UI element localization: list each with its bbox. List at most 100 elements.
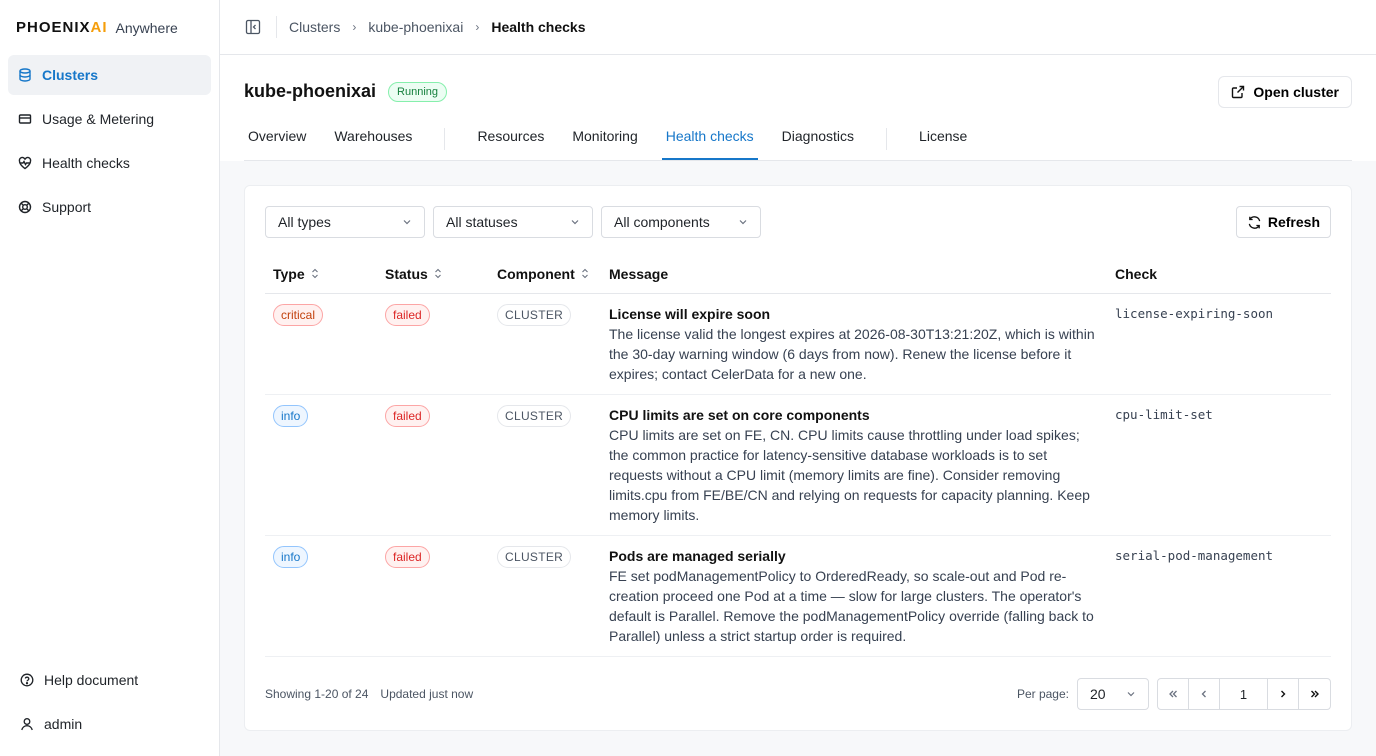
type-cell: info — [265, 546, 377, 646]
user-menu[interactable]: admin — [8, 702, 211, 746]
chevrons-left-icon — [1169, 690, 1177, 698]
check-cell: serial-pod-management — [1107, 546, 1331, 646]
sidebar-collapse-icon[interactable] — [244, 18, 262, 36]
message-cell: CPU limits are set on core components CP… — [601, 405, 1107, 525]
cluster-title: kube-phoenixai Running — [244, 81, 448, 102]
tab-resources[interactable]: Resources — [473, 128, 548, 160]
open-cluster-label: Open cluster — [1253, 84, 1339, 100]
type-filter-select[interactable]: All types — [265, 206, 425, 238]
type-cell: critical — [265, 304, 377, 384]
chevron-down-icon — [402, 217, 412, 227]
tab-license[interactable]: License — [915, 128, 971, 160]
topbar: Clusters › kube-phoenixai › Health check… — [220, 0, 1376, 55]
column-label: Message — [609, 265, 669, 282]
prev-page-button[interactable] — [1189, 679, 1220, 709]
component-cell: CLUSTER — [489, 405, 601, 525]
pagination: Per page: 20 1 — [1017, 678, 1331, 710]
table-header: Type Status Component Message Check — [265, 254, 1331, 294]
per-page-value: 20 — [1090, 686, 1106, 702]
column-label: Type — [273, 265, 305, 282]
message-cell: License will expire soon The license val… — [601, 304, 1107, 384]
refresh-button[interactable]: Refresh — [1235, 206, 1331, 238]
status-badge: failed — [385, 405, 430, 427]
chevron-right-icon: › — [352, 20, 357, 34]
help-document-link[interactable]: Help document — [8, 658, 211, 702]
check-id: license-expiring-soon — [1115, 306, 1274, 321]
breadcrumb-clusters[interactable]: Clusters — [289, 19, 340, 35]
tab-overview[interactable]: Overview — [244, 128, 310, 160]
check-cell: license-expiring-soon — [1107, 304, 1331, 384]
check-cell: cpu-limit-set — [1107, 405, 1331, 525]
component-cell: CLUSTER — [489, 546, 601, 646]
status-badge: Running — [388, 81, 448, 102]
per-page-label: Per page: — [1016, 687, 1069, 701]
chevron-right-icon: › — [475, 20, 480, 34]
component-filter-select[interactable]: All components — [601, 206, 761, 238]
type-badge: critical — [273, 304, 324, 326]
column-header-component[interactable]: Component — [489, 266, 601, 282]
sidebar-item-label: Clusters — [42, 67, 99, 83]
tab-monitoring[interactable]: Monitoring — [568, 128, 641, 160]
column-header-type[interactable]: Type — [265, 266, 377, 282]
sidebar-item-health-checks[interactable]: Health checks — [8, 143, 211, 183]
column-header-status[interactable]: Status — [377, 266, 489, 282]
refresh-icon — [1247, 215, 1262, 230]
sort-icon — [311, 268, 319, 279]
column-header-message: Message — [601, 266, 1107, 282]
sidebar: PHOENIXAI Anywhere Clusters Usage & Mete… — [0, 0, 220, 756]
component-badge: CLUSTER — [497, 304, 572, 326]
next-page-button[interactable] — [1268, 679, 1299, 709]
health-checks-table: Type Status Component Message Check crit… — [265, 254, 1331, 665]
cluster-header: kube-phoenixai Running Open cluster Over… — [220, 55, 1376, 161]
message-body: CPU limits are set on FE, CN. CPU limits… — [609, 427, 1090, 523]
table-row[interactable]: info failed CLUSTER Pods are managed ser… — [265, 536, 1331, 657]
tab-warehouses[interactable]: Warehouses — [330, 128, 416, 160]
component-badge: CLUSTER — [497, 405, 572, 427]
tab-health-checks[interactable]: Health checks — [661, 128, 758, 160]
breadcrumb: Clusters › kube-phoenixai › Health check… — [289, 19, 586, 35]
table-row[interactable]: info failed CLUSTER CPU limits are set o… — [265, 395, 1331, 536]
first-page-button[interactable] — [1158, 679, 1189, 709]
chevron-down-icon — [570, 217, 580, 227]
column-label: Component — [497, 265, 575, 282]
component-cell: CLUSTER — [489, 304, 601, 384]
per-page-select[interactable]: 20 — [1077, 678, 1149, 710]
tab-divider — [444, 128, 446, 150]
table-body: critical failed CLUSTER License will exp… — [265, 294, 1331, 665]
main-content: kube-phoenixai Running Open cluster Over… — [220, 55, 1376, 756]
credit-card-icon — [18, 112, 32, 126]
status-filter-select[interactable]: All statuses — [433, 206, 593, 238]
status-cell: failed — [377, 304, 489, 384]
tab-diagnostics[interactable]: Diagnostics — [778, 128, 858, 160]
sidebar-item-label: Health checks — [42, 155, 130, 171]
last-page-button[interactable] — [1299, 679, 1330, 709]
sidebar-bottom: Help document admin — [8, 658, 211, 746]
chevron-down-icon — [738, 217, 748, 227]
chevron-right-icon — [1281, 690, 1286, 698]
sidebar-item-support[interactable]: Support — [8, 187, 211, 227]
table-row[interactable]: critical failed CLUSTER License will exp… — [265, 294, 1331, 395]
filter-bar: All types All statuses All components — [265, 206, 769, 238]
type-filter-value: All types — [278, 214, 331, 230]
message-body: The license valid the longest expires at… — [609, 326, 1095, 382]
type-badge: info — [273, 546, 309, 568]
open-cluster-button[interactable]: Open cluster — [1218, 76, 1352, 108]
component-badge: CLUSTER — [497, 546, 572, 568]
message-title: CPU limits are set on core components — [609, 407, 870, 423]
help-circle-icon — [20, 673, 34, 687]
sidebar-item-clusters[interactable]: Clusters — [8, 55, 211, 95]
component-filter-value: All components — [614, 214, 710, 230]
database-icon — [18, 68, 32, 82]
chevrons-right-icon — [1310, 690, 1319, 698]
brand-logo[interactable]: PHOENIXAI — [16, 19, 108, 36]
sidebar-item-usage[interactable]: Usage & Metering — [8, 99, 211, 139]
breadcrumb-cluster[interactable]: kube-phoenixai — [368, 19, 463, 35]
sidebar-nav: Clusters Usage & Metering Health checks … — [0, 55, 219, 227]
topbar-divider — [276, 16, 277, 38]
check-id: serial-pod-management — [1115, 548, 1274, 563]
sort-icon — [434, 268, 442, 279]
current-page-input[interactable]: 1 — [1220, 679, 1268, 709]
column-label: Status — [385, 265, 428, 282]
status-cell: failed — [377, 405, 489, 525]
cluster-tabs: Overview Warehouses Resources Monitoring… — [244, 111, 1352, 161]
